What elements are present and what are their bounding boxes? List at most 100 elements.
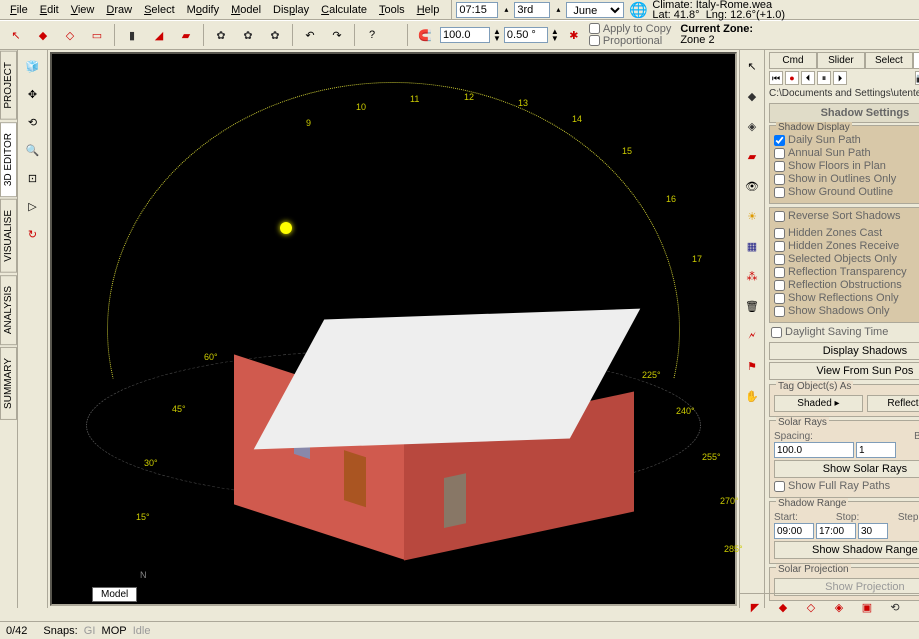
- shadow-icon-3[interactable]: ◇: [799, 596, 823, 620]
- tool-slab-icon[interactable]: ▰: [174, 23, 198, 47]
- chk-ssh[interactable]: [774, 306, 785, 317]
- tab-project[interactable]: PROJECT: [0, 51, 17, 120]
- chk-hcast[interactable]: [774, 228, 785, 239]
- chk-rt[interactable]: [774, 267, 785, 278]
- menu-view[interactable]: View: [65, 2, 101, 18]
- menu-tools[interactable]: Tools: [373, 2, 411, 18]
- pause-icon[interactable]: ⏸: [817, 71, 831, 85]
- prev-icon[interactable]: ⏴: [801, 71, 815, 85]
- shadow-icon-1[interactable]: ◤: [743, 596, 767, 620]
- menu-edit[interactable]: Edit: [34, 2, 65, 18]
- time-spinner[interactable]: ▴: [500, 2, 512, 18]
- chk-full-rays[interactable]: [774, 481, 785, 492]
- pan-icon[interactable]: ✥: [21, 82, 45, 106]
- menu-model[interactable]: Model: [225, 2, 267, 18]
- globe-icon[interactable]: 🌐: [626, 0, 650, 22]
- tab-visualise[interactable]: VISUALISE: [0, 199, 17, 273]
- tool-gear1-icon[interactable]: ✿: [209, 23, 233, 47]
- sun-tool-icon[interactable]: ☀: [740, 204, 764, 228]
- chk-sref[interactable]: [774, 293, 785, 304]
- value1-spinner[interactable]: ▲▼: [493, 28, 501, 42]
- time-input[interactable]: [456, 2, 498, 18]
- tab-analysis[interactable]: ANALYSIS: [0, 275, 17, 345]
- shadow-icon-5[interactable]: ▣: [855, 596, 879, 620]
- tool-roof-icon[interactable]: ◢: [147, 23, 171, 47]
- viewport-3d[interactable]: 15° 30° 45° 60° 210° 225° 240° 255° 270°…: [50, 52, 737, 606]
- tool-undo-icon[interactable]: ↶: [298, 23, 322, 47]
- tool-cursor-icon[interactable]: ↖: [4, 23, 28, 47]
- tool-gear2-icon[interactable]: ✿: [236, 23, 260, 47]
- tab-3d-editor[interactable]: 3D EDITOR: [0, 122, 17, 197]
- shadow-icon-6[interactable]: ⟲: [883, 596, 907, 620]
- rotate-icon[interactable]: ⟲: [21, 110, 45, 134]
- shadow-icon-4[interactable]: ◈: [827, 596, 851, 620]
- menu-draw[interactable]: Draw: [100, 2, 138, 18]
- reset-view-icon[interactable]: ↻: [21, 222, 45, 246]
- btn-show-rays[interactable]: Show Solar Rays: [774, 460, 919, 478]
- chk-annual-sun[interactable]: [774, 148, 785, 159]
- proportional-check[interactable]: [589, 35, 600, 46]
- chk-ground[interactable]: [774, 187, 785, 198]
- shadow-icon-2[interactable]: ◆: [771, 596, 795, 620]
- run-icon[interactable]: ▷: [21, 194, 45, 218]
- range-step-input[interactable]: [858, 523, 888, 539]
- chk-reverse[interactable]: [774, 211, 785, 222]
- chk-daily-sun[interactable]: [774, 135, 785, 146]
- value1-input[interactable]: [440, 27, 490, 43]
- arrow-icon[interactable]: ↖: [740, 54, 764, 78]
- next-icon[interactable]: ⏵: [833, 71, 847, 85]
- rtab-slider[interactable]: Slider: [817, 52, 865, 69]
- chk-floors[interactable]: [774, 161, 785, 172]
- cube2-icon[interactable]: ◈: [740, 114, 764, 138]
- eye-icon[interactable]: 👁: [740, 174, 764, 198]
- menu-help[interactable]: Help: [411, 2, 446, 18]
- spacing-input[interactable]: [774, 442, 854, 458]
- zoom-fit-icon[interactable]: ⊡: [21, 166, 45, 190]
- range-start-input[interactable]: [774, 523, 814, 539]
- magnet-icon[interactable]: 🧲: [413, 23, 437, 47]
- btn-display-shadows[interactable]: Display Shadows: [769, 342, 919, 360]
- value2-spinner[interactable]: ▲▼: [551, 28, 559, 42]
- menu-display[interactable]: Display: [267, 2, 315, 18]
- btn-tag-shaded[interactable]: Shaded ▸: [774, 395, 863, 412]
- record-icon[interactable]: ●: [785, 71, 799, 85]
- zoom-icon[interactable]: 🔍: [21, 138, 45, 162]
- tool-box-icon[interactable]: ◆: [31, 23, 55, 47]
- chk-ro[interactable]: [774, 280, 785, 291]
- range-stop-input[interactable]: [816, 523, 856, 539]
- chk-sel[interactable]: [774, 254, 785, 265]
- sync-icon[interactable]: 🗲: [740, 324, 764, 348]
- rtab-select[interactable]: Select: [865, 52, 913, 69]
- tool-shape-icon[interactable]: ◇: [58, 23, 82, 47]
- tool-wall-icon[interactable]: ▮: [120, 23, 144, 47]
- chk-dst[interactable]: [771, 327, 782, 338]
- panel-icon[interactable]: ▦: [740, 234, 764, 258]
- btn-show-range[interactable]: Show Shadow Range: [774, 541, 919, 559]
- menu-calc[interactable]: Calculate: [315, 2, 373, 18]
- trash-icon[interactable]: 🗑: [740, 294, 764, 318]
- btn-tag-reflector[interactable]: Reflector ▸: [867, 395, 919, 412]
- month-select[interactable]: June: [566, 2, 624, 18]
- chk-hrecv[interactable]: [774, 241, 785, 252]
- tool-gear3-icon[interactable]: ✿: [263, 23, 287, 47]
- dots-icon[interactable]: ⁂: [740, 264, 764, 288]
- tab-summary[interactable]: SUMMARY: [0, 347, 17, 420]
- apply-copy-check[interactable]: [589, 23, 600, 34]
- rtab-cmd[interactable]: Cmd: [769, 52, 817, 69]
- flag-icon[interactable]: ⚑: [740, 354, 764, 378]
- orbit-icon[interactable]: 🧊: [21, 54, 45, 78]
- chk-outlines[interactable]: [774, 174, 785, 185]
- cube-icon[interactable]: ◆: [740, 84, 764, 108]
- camera-icon[interactable]: 📷: [915, 71, 919, 85]
- axes-icon[interactable]: ✱: [562, 23, 586, 47]
- bounces-input[interactable]: [856, 442, 896, 458]
- tool-help-icon[interactable]: ?: [360, 23, 384, 47]
- day-spinner[interactable]: ▴: [552, 2, 564, 18]
- menu-file[interactable]: File: [4, 2, 34, 18]
- day-input[interactable]: [514, 2, 550, 18]
- menu-modify[interactable]: Modify: [181, 2, 225, 18]
- rtab-movie[interactable]: Movie: [913, 52, 919, 69]
- tool-rect-icon[interactable]: ▭: [85, 23, 109, 47]
- tool-redo-icon[interactable]: ↷: [325, 23, 349, 47]
- hand-icon[interactable]: ✋: [740, 384, 764, 408]
